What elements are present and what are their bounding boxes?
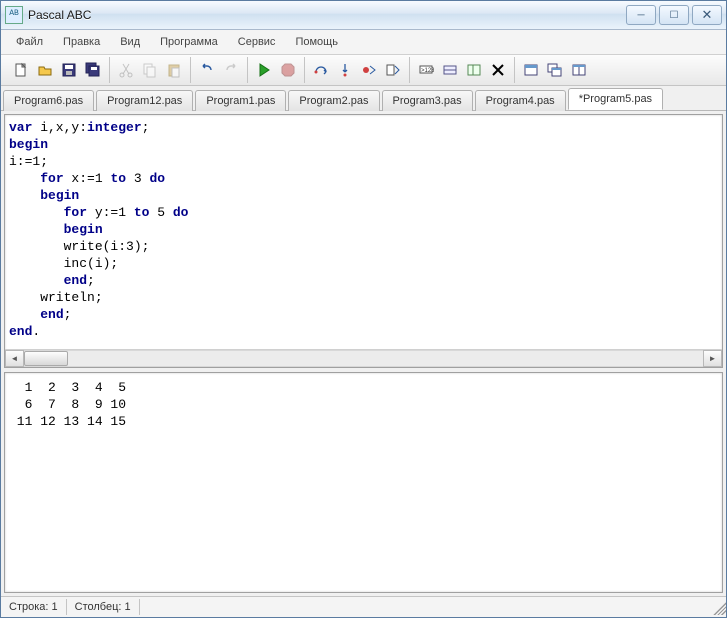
- titlebar[interactable]: AB Pascal ABC ─ ☐ ✕: [1, 1, 726, 30]
- stepinto-button[interactable]: [334, 59, 356, 81]
- minimize-button[interactable]: ─: [626, 5, 656, 25]
- open-icon: [37, 62, 53, 78]
- tab-program3[interactable]: Program3.pas: [382, 90, 473, 111]
- menubar: Файл Правка Вид Программа Сервис Помощь: [1, 30, 726, 55]
- cut-button[interactable]: [115, 59, 137, 81]
- stepinto-icon: [337, 62, 353, 78]
- cut-icon: [118, 62, 134, 78]
- callstack-button[interactable]: [382, 59, 404, 81]
- stepover-icon: [313, 62, 329, 78]
- undo-icon: [199, 62, 215, 78]
- menu-program[interactable]: Программа: [151, 33, 227, 51]
- menu-file[interactable]: Файл: [7, 33, 52, 51]
- watch-button[interactable]: [439, 59, 461, 81]
- tabstrip: Program6.pas Program12.pas Program1.pas …: [1, 86, 726, 111]
- new-button[interactable]: [10, 59, 32, 81]
- menu-help[interactable]: Помощь: [286, 33, 347, 51]
- callstack-icon: [385, 62, 401, 78]
- scroll-left-icon[interactable]: ◄: [5, 350, 24, 367]
- scroll-track[interactable]: [24, 350, 703, 367]
- menu-service[interactable]: Сервис: [229, 33, 285, 51]
- tab-program12[interactable]: Program12.pas: [96, 90, 193, 111]
- run-button[interactable]: [253, 59, 275, 81]
- output-panel[interactable]: 1 2 3 4 5 6 7 8 9 10 11 12 13 14 15: [4, 372, 723, 593]
- statusbar: Строка: 1 Столбец: 1: [1, 596, 726, 617]
- code-editor[interactable]: var i,x,y:integer; begin i:=1; for x:=1 …: [5, 115, 722, 349]
- redo-button[interactable]: [220, 59, 242, 81]
- evaluate-button[interactable]: >123: [415, 59, 437, 81]
- clear-output-button[interactable]: [487, 59, 509, 81]
- locals-icon: [466, 62, 482, 78]
- locals-button[interactable]: [463, 59, 485, 81]
- editor-hscrollbar[interactable]: ◄ ►: [5, 349, 722, 367]
- menu-view[interactable]: Вид: [111, 33, 149, 51]
- scroll-thumb[interactable]: [24, 351, 68, 366]
- title-text: Pascal ABC: [28, 8, 91, 22]
- window1-button[interactable]: [520, 59, 542, 81]
- saveall-button[interactable]: [82, 59, 104, 81]
- stepover-button[interactable]: [310, 59, 332, 81]
- tab-program6[interactable]: Program6.pas: [3, 90, 94, 111]
- stop-icon: [280, 62, 296, 78]
- open-button[interactable]: [34, 59, 56, 81]
- run-icon: [256, 62, 272, 78]
- window3-icon: [571, 62, 587, 78]
- window2-button[interactable]: [544, 59, 566, 81]
- scroll-right-icon[interactable]: ►: [703, 350, 722, 367]
- toolbar: >123: [1, 55, 726, 86]
- tab-program5-active[interactable]: *Program5.pas: [568, 88, 663, 110]
- close-button[interactable]: ✕: [692, 5, 722, 25]
- paste-icon: [166, 62, 182, 78]
- save-icon: [61, 62, 77, 78]
- paste-button[interactable]: [163, 59, 185, 81]
- breakpoint-button[interactable]: [358, 59, 380, 81]
- copy-button[interactable]: [139, 59, 161, 81]
- watch-icon: [442, 62, 458, 78]
- menu-edit[interactable]: Правка: [54, 33, 109, 51]
- saveall-icon: [85, 62, 101, 78]
- editor-panel: var i,x,y:integer; begin i:=1; for x:=1 …: [4, 114, 723, 368]
- status-col: Столбец: 1: [67, 599, 140, 615]
- undo-button[interactable]: [196, 59, 218, 81]
- tab-program2[interactable]: Program2.pas: [288, 90, 379, 111]
- window-controls: ─ ☐ ✕: [626, 5, 722, 25]
- copy-icon: [142, 62, 158, 78]
- stop-button[interactable]: [277, 59, 299, 81]
- svg-text:>123: >123: [421, 68, 434, 74]
- workarea: var i,x,y:integer; begin i:=1; for x:=1 …: [1, 111, 726, 596]
- tab-program4[interactable]: Program4.pas: [475, 90, 566, 111]
- redo-icon: [223, 62, 239, 78]
- close-x-icon: [490, 62, 506, 78]
- breakpoint-icon: [361, 62, 377, 78]
- window3-button[interactable]: [568, 59, 590, 81]
- maximize-button[interactable]: ☐: [659, 5, 689, 25]
- evaluate-icon: >123: [418, 62, 434, 78]
- app-icon: AB: [5, 6, 23, 24]
- new-icon: [13, 62, 29, 78]
- tab-program1[interactable]: Program1.pas: [195, 90, 286, 111]
- window2-icon: [547, 62, 563, 78]
- save-button[interactable]: [58, 59, 80, 81]
- window1-icon: [523, 62, 539, 78]
- status-line: Строка: 1: [1, 599, 67, 615]
- resize-grip[interactable]: [710, 599, 726, 615]
- app-window: AB Pascal ABC ─ ☐ ✕ Файл Правка Вид Прог…: [0, 0, 727, 618]
